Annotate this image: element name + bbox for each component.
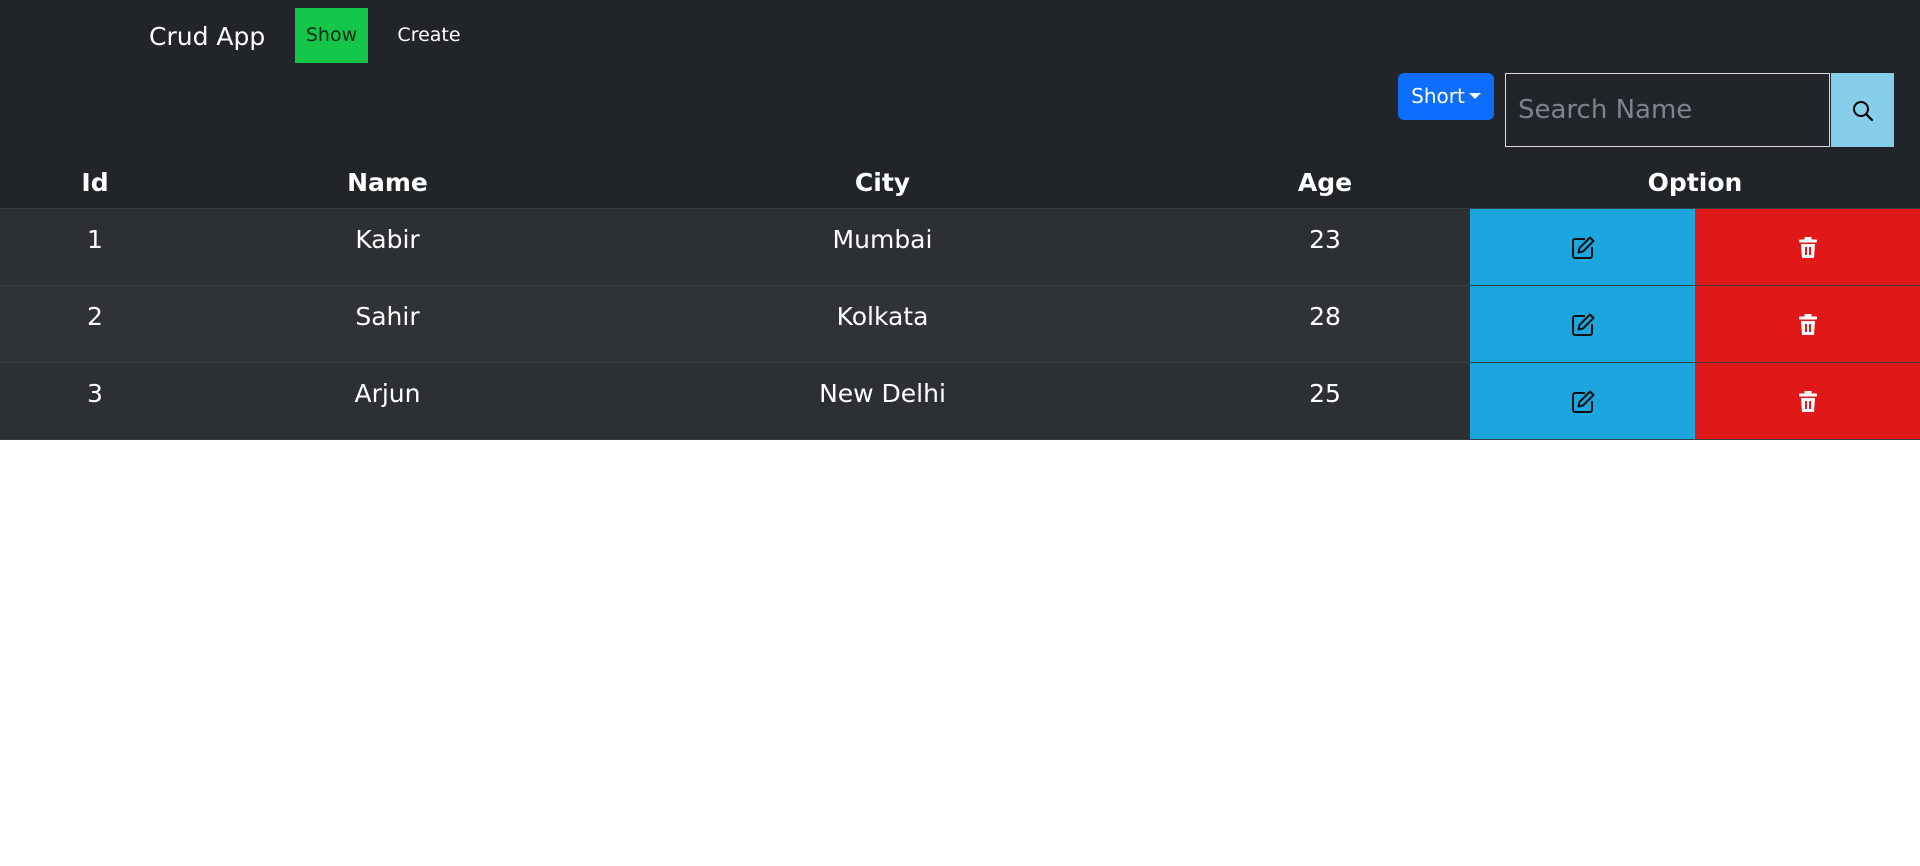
delete-button[interactable]	[1695, 285, 1920, 363]
cell-city: Kolkata	[585, 285, 1180, 363]
cell-city: New Delhi	[585, 362, 1180, 440]
cell-age: 28	[1180, 285, 1470, 363]
column-header-name: Name	[190, 156, 585, 209]
cell-id: 3	[0, 362, 190, 440]
trash-icon	[1794, 377, 1822, 412]
cell-age: 23	[1180, 208, 1470, 286]
cell-name: Kabir	[190, 208, 585, 286]
table-row: 2 Sahir Kolkata 28	[0, 285, 1920, 363]
search-button[interactable]	[1831, 73, 1894, 147]
app-container: Crud App Show Create Short Id Name City	[0, 0, 1920, 440]
create-button[interactable]: Create	[392, 8, 466, 63]
sort-dropdown-label: Short	[1411, 84, 1465, 108]
edit-button[interactable]	[1470, 208, 1695, 286]
cell-id: 1	[0, 208, 190, 286]
table-row: 3 Arjun New Delhi 25	[0, 362, 1920, 440]
delete-button[interactable]	[1695, 208, 1920, 286]
cell-name: Arjun	[190, 362, 585, 440]
trash-icon	[1794, 300, 1822, 335]
cell-id: 2	[0, 285, 190, 363]
search-input[interactable]	[1505, 73, 1830, 147]
table-row: 1 Kabir Mumbai 23	[0, 208, 1920, 286]
edit-icon	[1569, 300, 1597, 336]
toolbar: Short	[0, 70, 1920, 156]
cell-name: Sahir	[190, 285, 585, 363]
records-table: Id Name City Age Option 1 Kabir Mumbai 2…	[0, 156, 1920, 440]
cell-age: 25	[1180, 362, 1470, 440]
column-header-id: Id	[0, 156, 190, 209]
edit-button[interactable]	[1470, 362, 1695, 440]
trash-icon	[1794, 223, 1822, 258]
navbar: Crud App Show Create	[0, 0, 1920, 70]
edit-button[interactable]	[1470, 285, 1695, 363]
cell-city: Mumbai	[585, 208, 1180, 286]
edit-icon	[1569, 377, 1597, 413]
table-header-row: Id Name City Age Option	[0, 156, 1920, 209]
app-brand[interactable]: Crud App	[149, 20, 265, 54]
column-header-option: Option	[1470, 156, 1920, 209]
delete-button[interactable]	[1695, 362, 1920, 440]
sort-dropdown-button[interactable]: Short	[1398, 73, 1494, 120]
edit-icon	[1569, 223, 1597, 259]
caret-down-icon	[1468, 92, 1481, 99]
column-header-city: City	[585, 156, 1180, 209]
show-button[interactable]: Show	[295, 8, 368, 63]
search-icon	[1853, 101, 1874, 122]
column-header-age: Age	[1180, 156, 1470, 209]
